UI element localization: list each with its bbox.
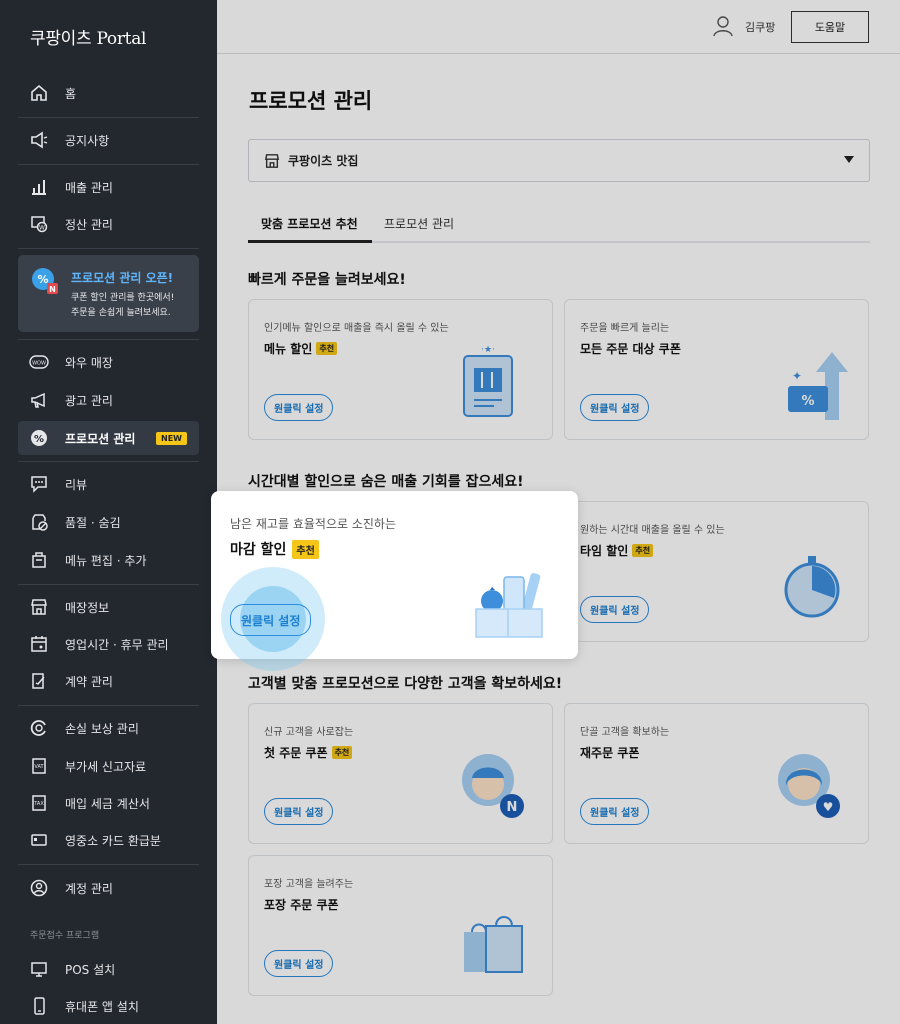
monitor-icon	[29, 959, 49, 979]
order-program-section-label: 주문접수 프로그램	[30, 931, 100, 941]
compensation-icon	[29, 718, 49, 738]
sidebar-item-vat[interactable]: VAT 부가세 신고자료	[18, 749, 199, 783]
svg-text:%: %	[37, 273, 48, 286]
card-description: 남은 재고를 효율적으로 소진하는	[230, 517, 397, 531]
sidebar-item-label: 리뷰	[65, 477, 88, 492]
svg-text:N: N	[49, 285, 56, 294]
sidebar-item-label: 손실 보상 관리	[65, 721, 139, 736]
sidebar-item-account[interactable]: 계정 관리	[18, 871, 199, 905]
sidebar-item-pos[interactable]: POS 설치	[18, 952, 199, 986]
promo-open-banner[interactable]: % N 프로모션 관리 오픈! 쿠폰 할인 관리를 한곳에서! 주문을 손쉽게 늘려…	[18, 255, 199, 332]
store-icon	[29, 597, 49, 617]
card-title: 마감 할인 추천	[230, 539, 319, 559]
sidebar-item-label: 프로모션 관리	[65, 431, 136, 446]
sidebar-item-label: 품절 · 숨김	[65, 515, 121, 530]
svg-text:W: W	[39, 225, 45, 232]
sidebar-item-soldout[interactable]: 품절 · 숨김	[18, 505, 199, 539]
sidebar-item-wow[interactable]: WOW 와우 매장	[18, 345, 199, 379]
sidebar-item-label: 부가세 신고자료	[65, 759, 147, 774]
closing-sale-groceries-illustration	[475, 573, 543, 638]
home-icon	[29, 83, 49, 103]
svg-text:VAT: VAT	[34, 764, 44, 770]
new-badge: NEW	[156, 431, 187, 445]
contract-icon	[29, 671, 49, 691]
promotion-icon: %	[29, 428, 49, 448]
sidebar-item-label: 정산 관리	[65, 217, 113, 232]
recommend-badge: 추천	[292, 539, 319, 559]
sidebar-item-label: 매입 세금 계산서	[65, 796, 150, 811]
sidebar-item-tax-invoice[interactable]: TAX 매입 세금 계산서	[18, 786, 199, 820]
sidebar-item-label: 공지사항	[65, 133, 110, 148]
svg-text:%: %	[34, 434, 44, 445]
menu-edit-icon	[29, 550, 49, 570]
vat-icon: VAT	[29, 756, 49, 776]
card-icon	[29, 830, 49, 850]
settlement-icon: W	[29, 214, 49, 234]
soldout-icon	[29, 512, 49, 532]
sidebar-item-label: 영업시간 · 휴무 관리	[65, 637, 169, 652]
review-icon	[29, 474, 49, 494]
sidebar-item-label: 매출 관리	[65, 180, 113, 195]
sidebar-item-settlement[interactable]: W 정산 관리	[18, 207, 199, 241]
sidebar: 쿠팡이츠 Portal 홈 공지사항 매출 관리 W 정산 관리 % N 프로모션…	[0, 0, 217, 1024]
sidebar-item-store-info[interactable]: 매장정보	[18, 590, 199, 624]
sidebar-item-contract[interactable]: 계약 관리	[18, 664, 199, 698]
sidebar-item-menu-edit[interactable]: 메뉴 편집 · 추가	[18, 543, 199, 577]
phone-icon	[29, 996, 49, 1016]
sidebar-item-label: 매장정보	[65, 600, 110, 615]
sidebar-item-phone-app[interactable]: 휴대폰 앱 설치	[18, 989, 199, 1023]
sidebar-item-label: 계약 관리	[65, 674, 113, 689]
sidebar-item-card-refund[interactable]: 영중소 카드 환급분	[18, 823, 199, 857]
highlighted-card-closing-discount: 남은 재고를 효율적으로 소진하는 마감 할인 추천 원클릭 설정	[211, 491, 578, 671]
svg-text:TAX: TAX	[33, 801, 44, 807]
sidebar-item-home[interactable]: 홈	[18, 76, 199, 110]
sidebar-item-label: 홈	[65, 86, 77, 101]
wow-icon: WOW	[29, 352, 49, 372]
sidebar-item-label: POS 설치	[65, 962, 116, 977]
svg-text:WOW: WOW	[32, 361, 46, 367]
calendar-icon	[29, 634, 49, 654]
tax-invoice-icon: TAX	[29, 793, 49, 813]
brand-logo[interactable]: 쿠팡이츠 Portal	[30, 24, 146, 49]
one-click-setup-button[interactable]: 원클릭 설정	[230, 604, 312, 636]
sidebar-item-label: 와우 매장	[65, 355, 113, 370]
sidebar-item-notice[interactable]: 공지사항	[18, 123, 199, 157]
sidebar-item-sales[interactable]: 매출 관리	[18, 170, 199, 204]
ad-icon	[29, 390, 49, 410]
promo-banner-title: 프로모션 관리 오픈!	[71, 271, 174, 285]
promotion-badge-icon: % N	[30, 266, 60, 296]
sidebar-item-promotion[interactable]: % 프로모션 관리 NEW	[18, 421, 199, 455]
promo-banner-desc: 쿠폰 할인 관리를 한곳에서! 주문을 손쉽게 늘려보세요.	[71, 293, 175, 318]
sidebar-item-label: 계정 관리	[65, 881, 113, 896]
sidebar-item-ads[interactable]: 광고 관리	[18, 383, 199, 417]
sidebar-item-label: 광고 관리	[65, 393, 113, 408]
sidebar-item-label: 메뉴 편집 · 추가	[65, 553, 147, 568]
sidebar-item-label: 영중소 카드 환급분	[65, 833, 161, 848]
bar-chart-icon	[29, 177, 49, 197]
megaphone-icon	[29, 130, 49, 150]
account-icon	[29, 878, 49, 898]
sidebar-item-label: 휴대폰 앱 설치	[65, 999, 139, 1014]
sidebar-item-compensation[interactable]: 손실 보상 관리	[18, 711, 199, 745]
sidebar-item-review[interactable]: 리뷰	[18, 467, 199, 501]
sidebar-item-hours[interactable]: 영업시간 · 휴무 관리	[18, 627, 199, 661]
